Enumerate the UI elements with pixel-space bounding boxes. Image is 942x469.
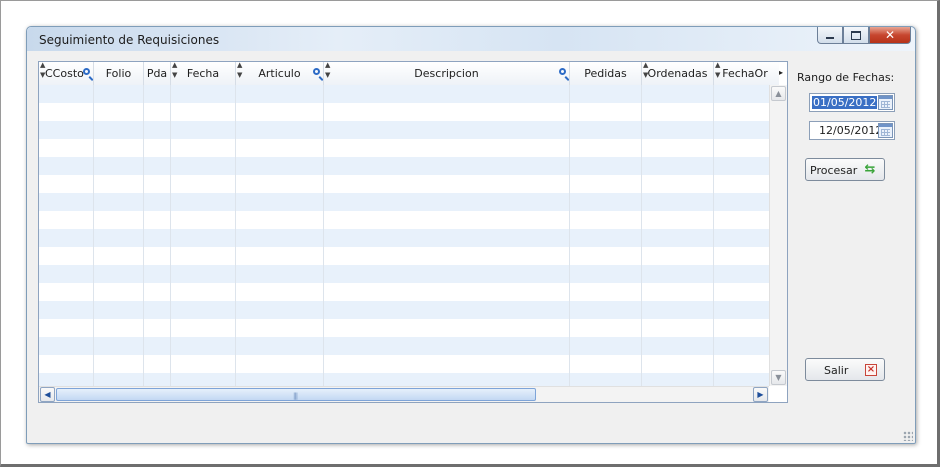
close-icon: ✕ [884,28,896,42]
date-from-field[interactable]: 01/05/2012 [809,93,895,112]
scroll-right-icon[interactable]: ▶ [753,387,768,402]
main-window: Seguimiento de Requisiciones ✕ ▲ ▼ CCosto… [26,26,916,444]
search-icon[interactable] [559,68,566,75]
date-to-field[interactable]: 12/05/2012 [809,121,895,140]
column-label: FechaOr [722,67,768,80]
date-range-label: Rango de Fechas: [797,71,895,84]
window-controls: ✕ [817,27,911,45]
close-icon: × [865,364,877,376]
column-header-pedidas[interactable]: Pedidas [570,62,642,85]
process-button[interactable]: Procesar ⇆ [805,158,885,181]
column-label: Articulo [258,67,301,80]
column-scroll-right-icon[interactable]: ▸ [776,62,786,85]
close-button[interactable]: ✕ [869,27,911,44]
column-divider [569,85,570,386]
column-header-pda[interactable]: Pda [144,62,171,85]
sort-icon: ▲ ▼ [715,62,721,79]
exit-button-label: Salir [824,364,849,377]
column-header-ccosto[interactable]: ▲ ▼ CCosto [39,62,94,85]
column-divider [170,85,171,386]
column-divider [641,85,642,386]
grip-icon: ||| [293,392,298,400]
requisitions-grid[interactable]: ▲ ▼ CCosto Folio Pda ▲ ▼ Fecha ▲ ▼ Articulo… [38,61,788,403]
column-divider [93,85,94,386]
search-icon[interactable] [83,68,90,75]
column-header-fecha[interactable]: ▲ ▼ Fecha [171,62,236,85]
sort-icon: ▲ ▼ [325,62,331,79]
column-divider [713,85,714,386]
sort-icon: ▲ ▼ [643,62,649,79]
resize-grip-icon[interactable] [903,431,913,441]
horizontal-scroll-thumb[interactable]: ||| [56,388,536,401]
vertical-scrollbar[interactable]: ▲ ▼ [769,85,787,386]
scroll-left-icon[interactable]: ◀ [40,387,55,402]
column-label: Folio [105,67,132,80]
grid-header: ▲ ▼ CCosto Folio Pda ▲ ▼ Fecha ▲ ▼ Articulo… [39,62,783,86]
horizontal-scrollbar[interactable]: ◀ ||| ▶ [39,386,769,402]
column-label: Ordenadas [647,67,708,80]
column-label: Descripcion [414,67,479,80]
column-header-folio[interactable]: Folio [94,62,144,85]
maximize-icon [851,30,861,40]
column-divider [143,85,144,386]
search-icon[interactable] [313,68,320,75]
date-from-value[interactable]: 01/05/2012 [812,96,878,109]
grid-body[interactable] [39,85,769,386]
column-label: Pda [146,67,168,80]
column-header-descripcion[interactable]: ▲ ▼ Descripcion [324,62,570,85]
window-title: Seguimiento de Requisiciones [39,33,220,47]
column-header-ordenadas[interactable]: ▲ ▼ Ordenadas [642,62,714,85]
date-to-value[interactable]: 12/05/2012 [818,124,883,137]
title-bar[interactable]: Seguimiento de Requisiciones ✕ [27,27,915,51]
maximize-button[interactable] [843,27,869,44]
column-divider [235,85,236,386]
exit-button[interactable]: Salir × [805,358,885,381]
sort-icon: ▲ ▼ [237,62,243,79]
scroll-down-icon[interactable]: ▼ [771,370,786,385]
calendar-icon[interactable] [878,123,893,138]
scroll-up-icon[interactable]: ▲ [771,86,786,101]
column-header-articulo[interactable]: ▲ ▼ Articulo [236,62,324,85]
column-label: CCosto [45,67,84,80]
minimize-icon [826,37,834,39]
sort-icon: ▲ ▼ [172,62,178,79]
column-label: Fecha [186,67,220,80]
column-header-fechaor[interactable]: ▲ ▼ FechaOr [714,62,776,85]
refresh-icon: ⇆ [864,162,876,177]
calendar-icon[interactable] [878,95,893,110]
minimize-button[interactable] [817,27,843,44]
column-label: Pedidas [584,67,627,80]
process-button-label: Procesar [810,164,858,177]
column-divider [323,85,324,386]
